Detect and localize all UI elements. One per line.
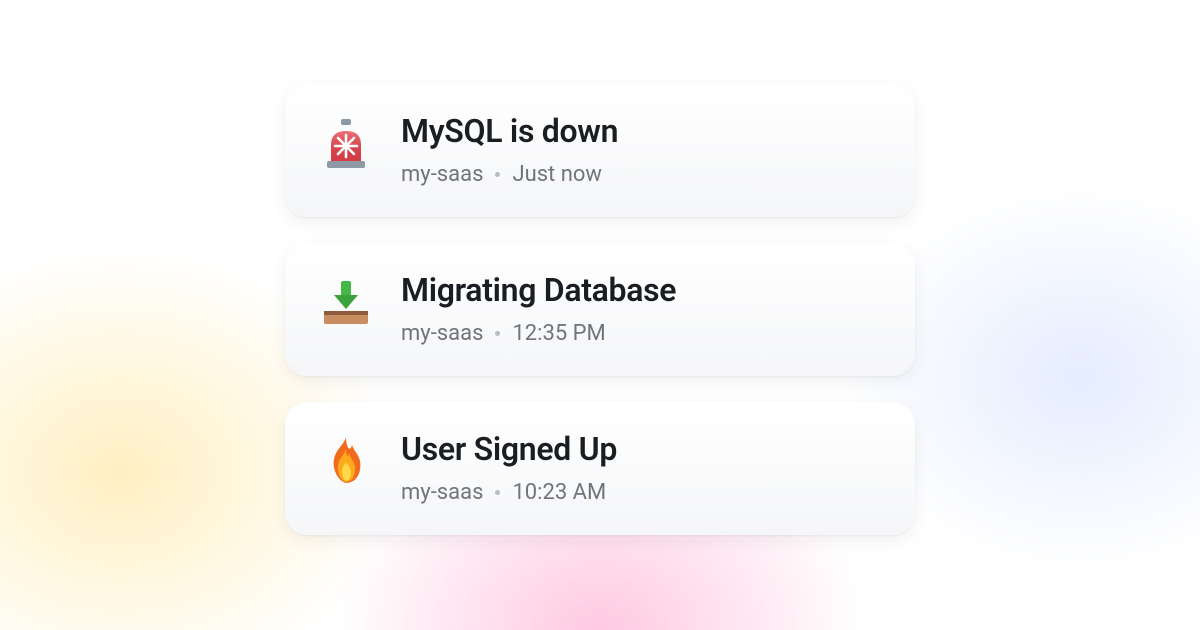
separator-dot-icon — [495, 331, 500, 336]
notification-project: my-saas — [401, 162, 483, 187]
notification-project: my-saas — [401, 480, 483, 505]
siren-icon — [319, 116, 373, 170]
notification-card[interactable]: MySQL is down my-saas Just now — [285, 84, 915, 217]
notification-time: 12:35 PM — [512, 321, 605, 346]
notification-time: Just now — [512, 162, 602, 187]
separator-dot-icon — [495, 490, 500, 495]
inbox-download-icon — [319, 275, 373, 329]
notification-meta: my-saas 10:23 AM — [401, 480, 617, 505]
notification-project: my-saas — [401, 321, 483, 346]
notification-card[interactable]: Migrating Database my-saas 12:35 PM — [285, 243, 915, 376]
notification-title: Migrating Database — [401, 271, 676, 309]
notification-meta: my-saas Just now — [401, 162, 618, 187]
notification-content: User Signed Up my-saas 10:23 AM — [401, 430, 617, 505]
separator-dot-icon — [495, 172, 500, 177]
notification-title: MySQL is down — [401, 112, 618, 150]
notification-list: MySQL is down my-saas Just now Migrating… — [0, 0, 1200, 630]
notification-title: User Signed Up — [401, 430, 617, 468]
notification-meta: my-saas 12:35 PM — [401, 321, 676, 346]
notification-content: Migrating Database my-saas 12:35 PM — [401, 271, 676, 346]
notification-content: MySQL is down my-saas Just now — [401, 112, 618, 187]
notification-card[interactable]: User Signed Up my-saas 10:23 AM — [285, 402, 915, 535]
fire-icon — [319, 434, 373, 488]
notification-time: 10:23 AM — [512, 480, 606, 505]
